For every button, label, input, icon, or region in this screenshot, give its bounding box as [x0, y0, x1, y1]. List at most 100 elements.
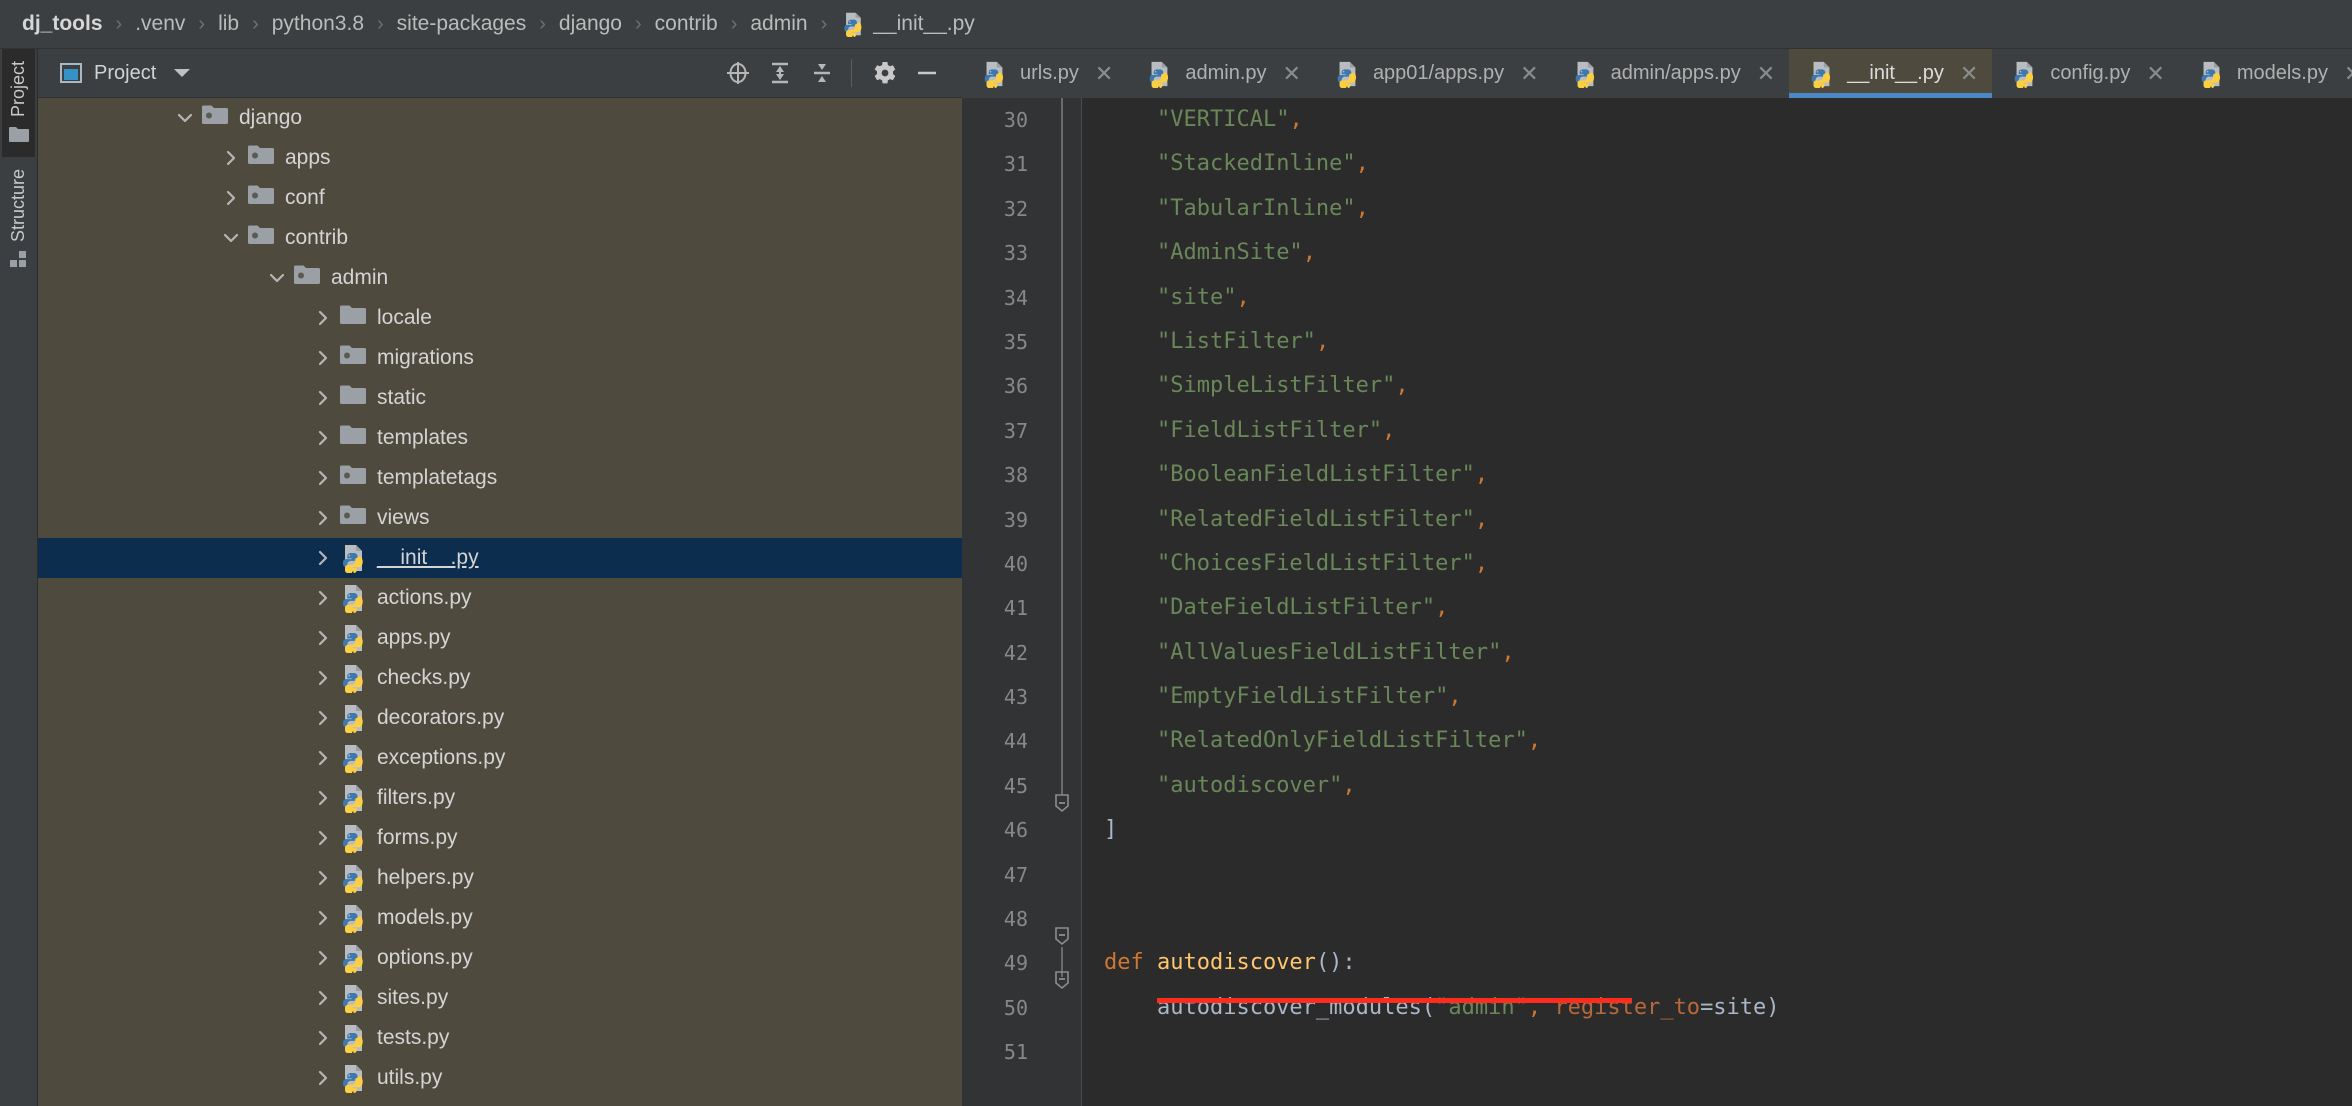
code-line[interactable]: ] — [1104, 808, 2352, 852]
code-line[interactable]: "AdminSite", — [1104, 231, 2352, 275]
code-line[interactable]: "BooleanFieldListFilter", — [1104, 453, 2352, 497]
tree-item-decorators-py[interactable]: decorators.py — [38, 698, 962, 738]
editor-tab-app01-apps-py[interactable]: app01/apps.py ✕ — [1315, 49, 1553, 98]
tool-tab-structure[interactable]: Structure — [2, 157, 35, 283]
close-icon[interactable]: ✕ — [1520, 62, 1538, 85]
editor-tab-config-py[interactable]: config.py ✕ — [1992, 49, 2179, 98]
close-icon[interactable]: ✕ — [1960, 62, 1978, 85]
fold-gutter[interactable] — [1042, 98, 1082, 1106]
chevron-right-icon[interactable] — [313, 508, 333, 528]
chevron-down-icon[interactable] — [175, 108, 195, 128]
code-line[interactable] — [1104, 897, 2352, 941]
gear-icon[interactable] — [866, 54, 904, 92]
code-line[interactable] — [1104, 1030, 2352, 1074]
tree-item-models-py[interactable]: models.py — [38, 898, 962, 938]
chevron-right-icon[interactable] — [221, 188, 241, 208]
tree-item-templatetags[interactable]: templatetags — [38, 458, 962, 498]
breadcrumb-item-dj-tools[interactable]: dj_tools — [22, 12, 103, 36]
chevron-right-icon[interactable] — [313, 828, 333, 848]
tree-item-utils-py[interactable]: utils.py — [38, 1058, 962, 1098]
code-line[interactable] — [1104, 853, 2352, 897]
code-line[interactable]: def autodiscover(): — [1104, 941, 2352, 985]
chevron-right-icon[interactable] — [313, 788, 333, 808]
chevron-right-icon[interactable] — [221, 148, 241, 168]
breadcrumb-item--venv[interactable]: .venv — [135, 12, 185, 36]
code-line[interactable]: "ChoicesFieldListFilter", — [1104, 542, 2352, 586]
project-tree[interactable]: django apps conf contrib admin locale mi… — [38, 98, 962, 1106]
code-line[interactable]: autodiscover_modules("admin", register_t… — [1104, 986, 2352, 1030]
fold-collapse-icon[interactable] — [1051, 792, 1073, 814]
chevron-right-icon[interactable] — [313, 668, 333, 688]
close-icon[interactable]: ✕ — [1757, 62, 1775, 85]
chevron-right-icon[interactable] — [313, 1068, 333, 1088]
tree-item-templates[interactable]: templates — [38, 418, 962, 458]
tree-item-locale[interactable]: locale — [38, 298, 962, 338]
tree-item-conf[interactable]: conf — [38, 178, 962, 218]
code-content[interactable]: "VERTICAL", "StackedInline", "TabularInl… — [1082, 98, 2352, 1106]
code-line[interactable]: "RelatedFieldListFilter", — [1104, 498, 2352, 542]
code-line[interactable]: "EmptyFieldListFilter", — [1104, 675, 2352, 719]
chevron-right-icon[interactable] — [313, 348, 333, 368]
breadcrumb-item-contrib[interactable]: contrib — [655, 12, 718, 36]
breadcrumb-item-site-packages[interactable]: site-packages — [397, 12, 527, 36]
chevron-right-icon[interactable] — [313, 628, 333, 648]
chevron-right-icon[interactable] — [313, 548, 333, 568]
editor-tab-bar[interactable]: urls.py ✕ admin.py ✕ app01/apps.py ✕ admin/… — [962, 49, 2352, 98]
chevron-down-icon[interactable] — [267, 268, 287, 288]
code-line[interactable]: "SimpleListFilter", — [1104, 364, 2352, 408]
breadcrumb-item-python3-8[interactable]: python3.8 — [272, 12, 364, 36]
tree-item-apps-py[interactable]: apps.py — [38, 618, 962, 658]
breadcrumb-item-lib[interactable]: lib — [218, 12, 239, 36]
tree-item-exceptions-py[interactable]: exceptions.py — [38, 738, 962, 778]
tree-item-static[interactable]: static — [38, 378, 962, 418]
code-line[interactable]: "site", — [1104, 276, 2352, 320]
tree-item-admin[interactable]: admin — [38, 258, 962, 298]
code-line[interactable]: "TabularInline", — [1104, 187, 2352, 231]
breadcrumb-item---init---py[interactable]: __init__.py — [840, 11, 975, 37]
tree-item-filters-py[interactable]: filters.py — [38, 778, 962, 818]
chevron-right-icon[interactable] — [313, 468, 333, 488]
tree-item-options-py[interactable]: options.py — [38, 938, 962, 978]
chevron-down-icon[interactable] — [174, 69, 191, 77]
chevron-right-icon[interactable] — [313, 868, 333, 888]
editor-tab-admin-apps-py[interactable]: admin/apps.py ✕ — [1553, 49, 1790, 98]
tree-item-helpers-py[interactable]: helpers.py — [38, 858, 962, 898]
tree-item-forms-py[interactable]: forms.py — [38, 818, 962, 858]
chevron-right-icon[interactable] — [313, 748, 333, 768]
tree-item-actions-py[interactable]: actions.py — [38, 578, 962, 618]
breadcrumb-item-admin[interactable]: admin — [750, 12, 807, 36]
chevron-right-icon[interactable] — [313, 988, 333, 1008]
tree-item-checks-py[interactable]: checks.py — [38, 658, 962, 698]
code-line[interactable]: "RelatedOnlyFieldListFilter", — [1104, 719, 2352, 763]
breadcrumb-item-django[interactable]: django — [559, 12, 622, 36]
editor-tab---init---py[interactable]: __init__.py ✕ — [1789, 49, 1993, 98]
chevron-right-icon[interactable] — [313, 1028, 333, 1048]
hide-icon[interactable] — [908, 54, 946, 92]
tree-item-sites-py[interactable]: sites.py — [38, 978, 962, 1018]
collapse-all-icon[interactable] — [803, 54, 841, 92]
tree-item-django[interactable]: django — [38, 98, 962, 138]
chevron-right-icon[interactable] — [313, 948, 333, 968]
fold-collapse-icon[interactable] — [1051, 925, 1073, 947]
chevron-down-icon[interactable] — [221, 228, 241, 248]
tool-tab-project[interactable]: Project — [2, 49, 35, 158]
select-opened-file-icon[interactable] — [719, 54, 757, 92]
expand-all-icon[interactable] — [761, 54, 799, 92]
editor-tab-admin-py[interactable]: admin.py ✕ — [1127, 49, 1315, 98]
code-line[interactable]: "AllValuesFieldListFilter", — [1104, 631, 2352, 675]
tree-item-apps[interactable]: apps — [38, 138, 962, 178]
code-editor[interactable]: 30 31 32 33 34 35 36 37 38 39 40 41 42 43 44 45 46 47 48 49… — [962, 98, 2352, 1106]
close-icon[interactable]: ✕ — [2344, 62, 2352, 85]
editor-tab-models-py[interactable]: models.py ✕ — [2179, 49, 2352, 98]
chevron-right-icon[interactable] — [313, 908, 333, 928]
code-line[interactable]: "StackedInline", — [1104, 142, 2352, 186]
code-line[interactable]: "ListFilter", — [1104, 320, 2352, 364]
code-line[interactable]: "autodiscover", — [1104, 764, 2352, 808]
editor-tab-urls-py[interactable]: urls.py ✕ — [962, 49, 1127, 98]
fold-collapse-icon[interactable] — [1051, 969, 1073, 991]
close-icon[interactable]: ✕ — [1095, 62, 1113, 85]
chevron-right-icon[interactable] — [313, 708, 333, 728]
tree-item-views[interactable]: views — [38, 498, 962, 538]
code-line[interactable]: "DateFieldListFilter", — [1104, 586, 2352, 630]
tree-item-migrations[interactable]: migrations — [38, 338, 962, 378]
